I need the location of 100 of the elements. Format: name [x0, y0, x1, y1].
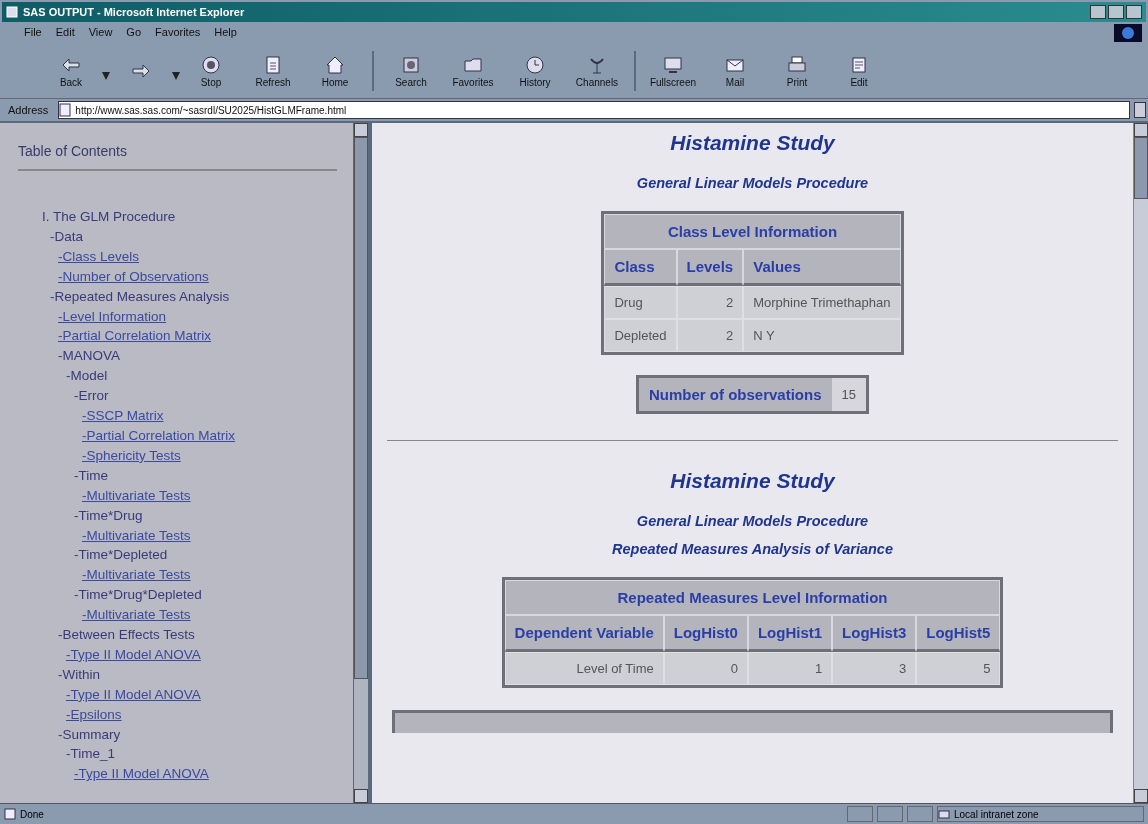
table-cell: Depleted	[604, 319, 677, 352]
history-button[interactable]: History	[504, 52, 566, 90]
table-cell: 3	[832, 652, 917, 685]
column-header: Class	[604, 249, 677, 286]
toc-item: -Between Effects Tests	[58, 626, 196, 645]
toc-heading: Table of Contents	[18, 143, 337, 171]
toc-link[interactable]: -Type II Model ANOVA	[74, 764, 337, 785]
mail-button[interactable]: Mail	[704, 52, 766, 90]
printer-icon	[787, 54, 807, 75]
report-title: Histamine Study	[670, 131, 835, 155]
menu-item[interactable]: File	[24, 26, 42, 38]
favorites-button[interactable]: Favorites	[442, 52, 504, 90]
back-button[interactable]: Back	[40, 52, 102, 90]
row-header: Number of observations	[639, 378, 832, 411]
channels-button[interactable]: Channels	[566, 52, 628, 90]
stop-button[interactable]: Stop	[180, 52, 242, 90]
column-header: Levels	[676, 249, 744, 286]
report-subtitle: General Linear Models Procedure	[636, 513, 869, 529]
toc-link[interactable]: -Type II Model ANOVA	[66, 644, 337, 665]
menu-item[interactable]: Help	[214, 26, 237, 38]
table-caption: Class Level Information	[604, 214, 901, 249]
scrollbar-thumb[interactable]	[1134, 137, 1148, 199]
table-cell: 0	[663, 652, 748, 685]
menu-item[interactable]: View	[88, 26, 113, 38]
edit-button[interactable]: Edit	[828, 52, 890, 90]
toc-link[interactable]: -Multivariate Tests	[82, 485, 337, 506]
table-cell: 2	[676, 319, 744, 352]
toc-item: -Model	[66, 367, 109, 386]
status-pane	[907, 806, 933, 822]
print-button[interactable]: Print	[766, 52, 828, 90]
zone-label: Local intranet zone	[954, 808, 1039, 820]
table-cell: 15	[831, 378, 866, 411]
toc-item: -Within	[58, 665, 101, 684]
toc-item: -Summary	[58, 725, 122, 744]
column-header: LogHist5	[916, 615, 1001, 652]
toc-link[interactable]: -Epsilons	[66, 704, 337, 725]
menu-item[interactable]: Edit	[55, 26, 75, 38]
report-subtitle: Repeated Measures Analysis of Variance	[612, 541, 893, 557]
monitor-icon	[663, 54, 683, 75]
page-icon	[59, 103, 72, 117]
page-icon	[263, 54, 283, 75]
toc-link[interactable]: -Multivariate Tests	[82, 605, 337, 626]
table-cell: Morphine Trimethaphan	[743, 286, 901, 319]
table-caption: Repeated Measures Level Information	[504, 580, 1001, 615]
toc-item: I. The GLM Procedure	[42, 208, 177, 226]
toc-link[interactable]: -Partial Correlation Matrix	[58, 326, 337, 347]
status-pane	[847, 806, 873, 822]
table-cell: Level of Time	[504, 652, 664, 685]
toc-link[interactable]: -Class Levels	[58, 246, 337, 267]
clock-icon	[525, 54, 545, 75]
maximize-button[interactable]	[1108, 5, 1124, 19]
column-header: LogHist3	[832, 615, 917, 652]
window-icon	[6, 6, 18, 18]
toc-item: -Data	[50, 227, 84, 246]
toc-link[interactable]: -SSCP Matrix	[82, 406, 337, 426]
toc-link[interactable]: -Sphericity Tests	[82, 445, 337, 466]
refresh-button[interactable]: Refresh	[242, 52, 304, 90]
scroll-down-button[interactable]	[1134, 789, 1148, 803]
toc-item: -Error	[74, 387, 110, 406]
menu-item[interactable]: Favorites	[155, 26, 201, 38]
fullscreen-button[interactable]: Fullscreen	[642, 52, 704, 90]
close-button[interactable]	[1126, 5, 1142, 19]
scroll-up-button[interactable]	[354, 123, 368, 137]
column-header: Dependent Variable	[504, 615, 664, 652]
page-icon	[4, 808, 16, 820]
house-icon	[325, 54, 345, 75]
status-pane	[877, 806, 903, 822]
network-icon	[938, 808, 950, 820]
menu-item[interactable]: Go	[126, 26, 142, 38]
address-label: Address	[7, 104, 50, 116]
table-cell: N Y	[743, 319, 901, 352]
minimize-button[interactable]	[1090, 5, 1106, 19]
scrollbar-thumb[interactable]	[354, 137, 368, 679]
notepad-icon	[849, 54, 869, 75]
window-title: SAS OUTPUT - Microsoft Internet Explorer	[23, 6, 245, 18]
toc-item: -Time	[74, 466, 109, 485]
table-cell: 2	[676, 286, 744, 319]
table-cell: 1	[747, 652, 833, 685]
toc-link[interactable]: -Level Information	[58, 306, 337, 327]
scroll-down-button[interactable]	[354, 789, 368, 803]
search-button[interactable]: Search	[380, 52, 442, 90]
scroll-up-button[interactable]	[1134, 123, 1148, 137]
home-button[interactable]: Home	[304, 52, 366, 90]
toc-link[interactable]: -Type II Model ANOVA	[66, 684, 337, 705]
browser-logo	[1114, 24, 1142, 42]
toc-item: -Repeated Measures Analysis	[50, 287, 231, 306]
toc-link[interactable]: -Number of Observations	[58, 266, 337, 287]
toc-link[interactable]: -Partial Correlation Matrix	[82, 425, 337, 446]
table-cell: Drug	[604, 286, 677, 319]
toc-item: -Time*Depleted	[74, 546, 169, 565]
stop-icon	[201, 54, 221, 75]
column-header: LogHist1	[747, 615, 833, 652]
report-title: Histamine Study	[670, 469, 835, 493]
toc-item: -Time*Drug	[74, 506, 144, 525]
table-cell: 5	[916, 652, 1001, 685]
toc-link[interactable]: -Multivariate Tests	[82, 525, 337, 546]
report-subtitle: General Linear Models Procedure	[636, 175, 869, 191]
toc-link[interactable]: -Multivariate Tests	[82, 565, 337, 586]
column-header: LogHist0	[663, 615, 748, 652]
address-field[interactable]: http://www.sas.sas.com/~sasrdl/SU2025/HistGLMFrame.html	[58, 101, 1130, 119]
